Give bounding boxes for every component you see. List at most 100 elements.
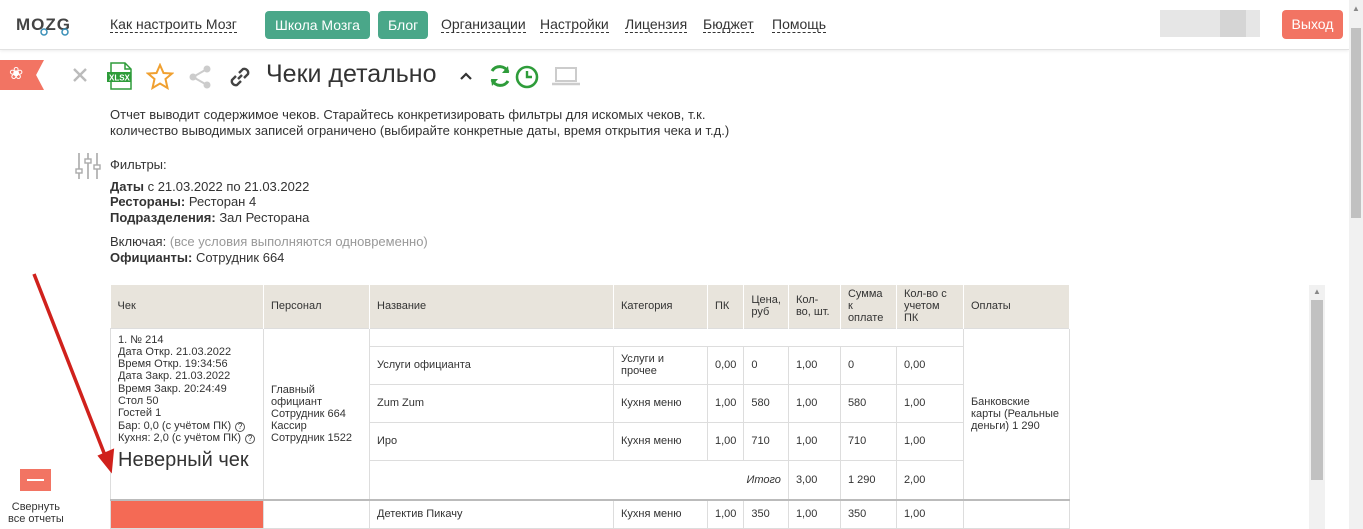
col-header-qty-pk[interactable]: Кол-во с учетом ПК (896, 285, 964, 328)
xlsx-export-icon[interactable]: XLSX (106, 62, 134, 90)
filter-restaurants-label: Рестораны: (110, 194, 186, 209)
item-name: Zum Zum (369, 383, 614, 423)
total-qty-pk: 2,00 (895, 459, 964, 501)
logo-mark: MOZG (16, 15, 70, 36)
cheque-line: Дата Откр. 21.03.2022 (118, 345, 232, 358)
item-category: Услуги и прочее (613, 345, 708, 385)
svg-text:XLSX: XLSX (109, 74, 131, 83)
nav-help[interactable]: Помощь (772, 16, 827, 33)
brain-menu-tab[interactable]: ❀ (0, 60, 44, 90)
col-header-staff[interactable]: Персонал (263, 285, 370, 328)
item-price: 580 (743, 383, 789, 423)
favorite-star-icon[interactable] (146, 63, 174, 90)
item-qty: 1,00 (787, 499, 841, 529)
filter-dates-value: с 21.03.2022 по 21.03.2022 (143, 178, 310, 194)
item-category: Кухня меню (613, 499, 708, 529)
chevron-up-icon[interactable] (459, 71, 473, 81)
item-category: Кухня меню (613, 421, 708, 461)
filter-including: Включая: (все условия выполняются одновр… (110, 234, 428, 250)
cheque-line: Время Откр. 19:34:56 (118, 358, 228, 371)
link-icon[interactable] (227, 64, 253, 90)
nav-blog-button[interactable]: Блог (378, 11, 429, 39)
minus-icon (27, 479, 44, 481)
payment-cell (962, 499, 1070, 529)
collapse-all-label[interactable]: Свернуть все отчеты (8, 501, 64, 525)
col-header-price[interactable]: Цена, руб (743, 285, 789, 328)
nav-school-button[interactable]: Школа Мозга (265, 11, 370, 39)
nav-organizations[interactable]: Организации (441, 16, 526, 33)
item-qty: 1,00 (787, 345, 841, 385)
table-row[interactable]: Детектив Пикачу Кухня меню 1,00 350 1,00… (110, 499, 1070, 529)
filter-divisions-value: Зал Ресторана (215, 209, 310, 225)
filter-restaurants-value: Ресторан 4 (185, 194, 257, 209)
item-qty-pk: 1,00 (895, 421, 964, 461)
filter-sliders-icon[interactable] (74, 152, 102, 180)
filter-waiters-value: Сотрудник 664 (192, 249, 285, 265)
refresh-icon[interactable] (487, 63, 513, 89)
filter-dates[interactable]: Даты с 21.03.2022 по 21.03.2022 (110, 179, 428, 195)
total-qty: 3,00 (787, 459, 841, 501)
staff-cell (263, 499, 370, 529)
item-pk: 1,00 (706, 499, 745, 529)
col-header-cheque[interactable]: Чек (110, 285, 264, 328)
schedule-clock-icon[interactable] (514, 64, 540, 90)
item-pk: 1,00 (706, 421, 745, 461)
nav-budget[interactable]: Бюджет (703, 16, 754, 33)
item-sum: 580 (839, 383, 897, 423)
table-scrollbar[interactable]: ▲ (1309, 285, 1325, 529)
share-icon[interactable] (187, 64, 213, 90)
laptop-icon[interactable] (551, 66, 581, 86)
col-header-name[interactable]: Название (369, 285, 614, 328)
item-sum: 350 (839, 499, 897, 529)
table-scrollbar-thumb[interactable] (1311, 300, 1323, 480)
item-price: 0 (743, 345, 789, 385)
cheque-line: Дата Закр. 21.03.2022 (118, 370, 231, 383)
col-header-sum[interactable]: Сумма к оплате (840, 285, 897, 328)
scroll-up-icon[interactable]: ▲ (1313, 287, 1321, 296)
help-question-icon[interactable]: ? (235, 421, 246, 432)
nav-license[interactable]: Лицензия (625, 16, 688, 33)
help-question-icon[interactable]: ? (245, 433, 256, 444)
cheque-line: 1. № 214 (118, 333, 164, 346)
item-qty-pk: 1,00 (895, 499, 964, 529)
collapse-all-button[interactable] (20, 469, 51, 491)
cheque-bar: Бар: 0,0 (с учётом ПК) (118, 419, 232, 432)
col-header-payments[interactable]: Оплаты (963, 285, 1070, 328)
item-category: Кухня меню (613, 383, 708, 423)
nav-settings[interactable]: Настройки (540, 16, 609, 33)
item-pk: 1,00 (706, 383, 745, 423)
col-header-category[interactable]: Категория (613, 285, 708, 328)
table-row: 1. № 214 Дата Откр. 21.03.2022 Время Отк… (110, 327, 1070, 501)
item-qty-pk: 1,00 (895, 383, 964, 423)
filter-divisions-label: Подразделения: (110, 209, 216, 225)
filter-restaurants[interactable]: Рестораны: Ресторан 4 (110, 194, 428, 210)
page-title: Чеки детально (266, 60, 437, 88)
scroll-up-icon[interactable]: ▲ (1352, 4, 1360, 13)
page-scrollbar-thumb[interactable] (1351, 28, 1361, 218)
cheque-info-cell[interactable]: 1. № 214 Дата Откр. 21.03.2022 Время Отк… (110, 327, 264, 501)
close-icon[interactable] (72, 67, 88, 83)
filters-panel: Фильтры: Даты с 21.03.2022 по 21.03.2022… (110, 157, 428, 265)
nav-how-to-setup[interactable]: Как настроить Мозг (110, 16, 237, 33)
item-name: Детектив Пикачу (369, 499, 614, 529)
report-description: Отчет выводит содержимое чеков. Старайте… (110, 107, 730, 138)
item-qty: 1,00 (787, 383, 841, 423)
page-scrollbar[interactable]: ▲ (1349, 0, 1363, 529)
mozg-logo[interactable]: MOZG (16, 12, 76, 44)
cheques-table: Чек Персонал Название Категория ПК Цена,… (110, 285, 1070, 529)
filter-divisions[interactable]: Подразделения: Зал Ресторана (110, 210, 428, 226)
brain-icon: ❀ (9, 64, 24, 83)
item-pk: 0,00 (706, 345, 745, 385)
exit-button[interactable]: Выход (1282, 10, 1343, 39)
staff-cell: Главный официант Сотрудник 664 Кассир Со… (263, 327, 370, 501)
col-header-qty[interactable]: Кол-во, шт. (788, 285, 841, 328)
filter-dates-label: Даты (110, 178, 144, 194)
filter-waiters[interactable]: Официанты: Сотрудник 664 (110, 250, 428, 266)
collapse-label-line-2: все отчеты (8, 513, 64, 525)
col-header-pk[interactable]: ПК (707, 285, 745, 328)
item-sum: 0 (839, 345, 897, 385)
top-navigation-bar: MOZG Как настроить Мозг Школа Мозга Блог… (0, 0, 1349, 50)
filter-waiters-label: Официанты: (110, 249, 193, 265)
cheque-error-cell (110, 499, 264, 529)
cheque-line: Стол 50 (118, 394, 159, 407)
